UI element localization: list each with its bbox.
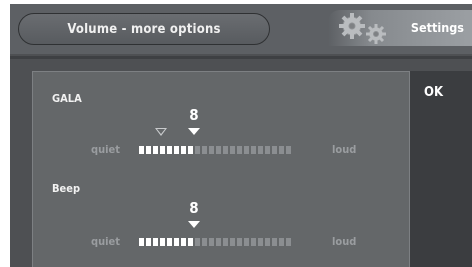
slider-label-beep: Beep [52,182,81,195]
quiet-label: quiet [91,143,120,156]
header-divider [10,56,472,59]
volume-segment [188,238,193,246]
volume-segment [216,238,221,246]
ok-softkey-area: OK [410,71,472,267]
volume-segment [286,238,291,246]
loud-label: loud [332,235,357,248]
volume-segment [265,238,270,246]
volume-segment [223,146,228,154]
slider-label-gala: GALA [52,92,82,105]
volume-segment [139,238,144,246]
volume-segment [174,238,179,246]
volume-segment [272,238,277,246]
volume-segment [181,238,186,246]
volume-segment [258,238,263,246]
volume-segment [279,146,284,154]
options-panel: GALA 8 quiet loud Beep 8 quiet loud [32,71,410,267]
volume-segment [160,238,165,246]
volume-segment [223,238,228,246]
settings-tab[interactable]: Settings [328,10,472,46]
volume-segment [272,146,277,154]
previous-level-marker [155,128,167,136]
volume-segment [251,238,256,246]
current-level-marker-beep [188,221,200,228]
volume-segment [265,146,270,154]
volume-segment [244,238,249,246]
quiet-label: quiet [91,235,120,248]
volume-segment [258,146,263,154]
volume-segment [146,238,151,246]
volume-segment [230,146,235,154]
volume-segment [146,146,151,154]
loud-label: loud [332,143,357,156]
volume-segment [188,146,193,154]
volume-segment [237,238,242,246]
volume-segment [230,238,235,246]
volume-segment [202,146,207,154]
page-title: Volume - more options [18,13,270,45]
volume-segment [202,238,207,246]
volume-segment [195,238,200,246]
volume-segment [216,146,221,154]
volume-segment [279,238,284,246]
gears-icon [339,13,386,44]
volume-segment [181,146,186,154]
volume-bar-gala[interactable] [139,146,291,154]
volume-segment [195,146,200,154]
volume-segment [153,146,158,154]
volume-segment [153,238,158,246]
volume-segment [251,146,256,154]
slider-value-gala: 8 [189,106,199,124]
ok-button[interactable]: OK [424,85,443,100]
volume-segment [167,146,172,154]
header-bar: Volume - more options Settings [10,4,472,54]
volume-segment [174,146,179,154]
volume-segment [237,146,242,154]
volume-segment [167,238,172,246]
volume-segment [160,146,165,154]
settings-label: Settings [410,20,464,35]
volume-segment [139,146,144,154]
slider-value-beep: 8 [189,199,199,217]
volume-options-screen: Volume - more options Settings GALA 8 qu… [10,4,472,267]
volume-bar-beep[interactable] [139,238,291,246]
current-level-marker-gala [188,128,200,135]
volume-segment [209,238,214,246]
volume-segment [244,146,249,154]
volume-segment [209,146,214,154]
volume-segment [286,146,291,154]
